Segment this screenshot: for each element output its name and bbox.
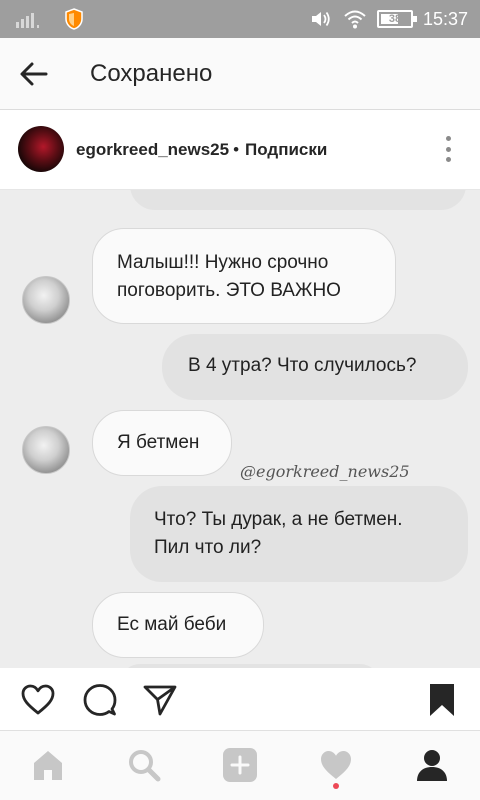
username-link[interactable]: egorkreed_news25 (76, 140, 229, 159)
post-actions (0, 668, 480, 730)
wifi-icon (344, 10, 366, 29)
message-bubble-partial (130, 190, 466, 210)
app-header: Сохранено (0, 38, 480, 110)
page-title: Сохранено (90, 60, 213, 87)
message-incoming: Я бетмен (92, 410, 232, 476)
home-icon[interactable] (30, 747, 66, 783)
message-line: Пил что ли? (154, 537, 262, 558)
sender-avatar (22, 426, 70, 474)
sender-avatar (22, 276, 70, 324)
message-incoming: Ес май беби (92, 592, 264, 658)
message-incoming: Малыш!!! Нужно срочно поговорить. ЭТО ВА… (92, 228, 396, 324)
post-author: egorkreed_news25 • Подписки (76, 140, 327, 160)
message-line: Малыш!!! Нужно срочно (117, 252, 329, 273)
shield-icon (65, 8, 83, 30)
more-options-icon[interactable] (442, 132, 454, 166)
message-line: Ес май беби (117, 614, 227, 635)
back-arrow-icon[interactable] (14, 56, 54, 92)
share-icon[interactable] (142, 682, 178, 718)
watermark-text: @egorkreed_news25 (240, 462, 410, 481)
signal-icon (16, 13, 39, 28)
message-outgoing: В 4 утра? Что случилось? (162, 334, 468, 400)
activity-icon[interactable] (318, 747, 354, 783)
separator-dot: • (233, 140, 240, 159)
search-icon[interactable] (126, 747, 162, 783)
status-bar: 38 15:37 (0, 0, 480, 38)
post-header: egorkreed_news25 • Подписки (0, 110, 480, 190)
bottom-navigation (0, 730, 480, 800)
comment-icon[interactable] (82, 682, 118, 718)
battery-icon: 38 (376, 10, 417, 28)
post-image: Малыш!!! Нужно срочно поговорить. ЭТО ВА… (0, 190, 480, 668)
following-link[interactable]: Подписки (245, 140, 327, 159)
status-time: 15:37 (422, 8, 468, 29)
message-outgoing: Что? Ты дурак, а не бетмен. Пил что ли? (130, 486, 468, 582)
heart-outline-icon[interactable] (20, 682, 56, 718)
message-line: поговорить. ЭТО ВАЖНО (117, 280, 341, 301)
message-line: Что? Ты дурак, а не бетмен. (154, 509, 403, 530)
message-line: Я бетмен (117, 432, 200, 453)
add-icon[interactable] (222, 747, 258, 783)
profile-icon[interactable] (414, 747, 450, 783)
avatar[interactable] (18, 126, 64, 172)
bookmark-filled-icon[interactable] (424, 682, 460, 718)
battery-level: 38 (388, 13, 402, 25)
volume-icon (311, 11, 330, 27)
notification-dot (333, 783, 339, 789)
message-line: В 4 утра? Что случилось? (188, 355, 417, 376)
